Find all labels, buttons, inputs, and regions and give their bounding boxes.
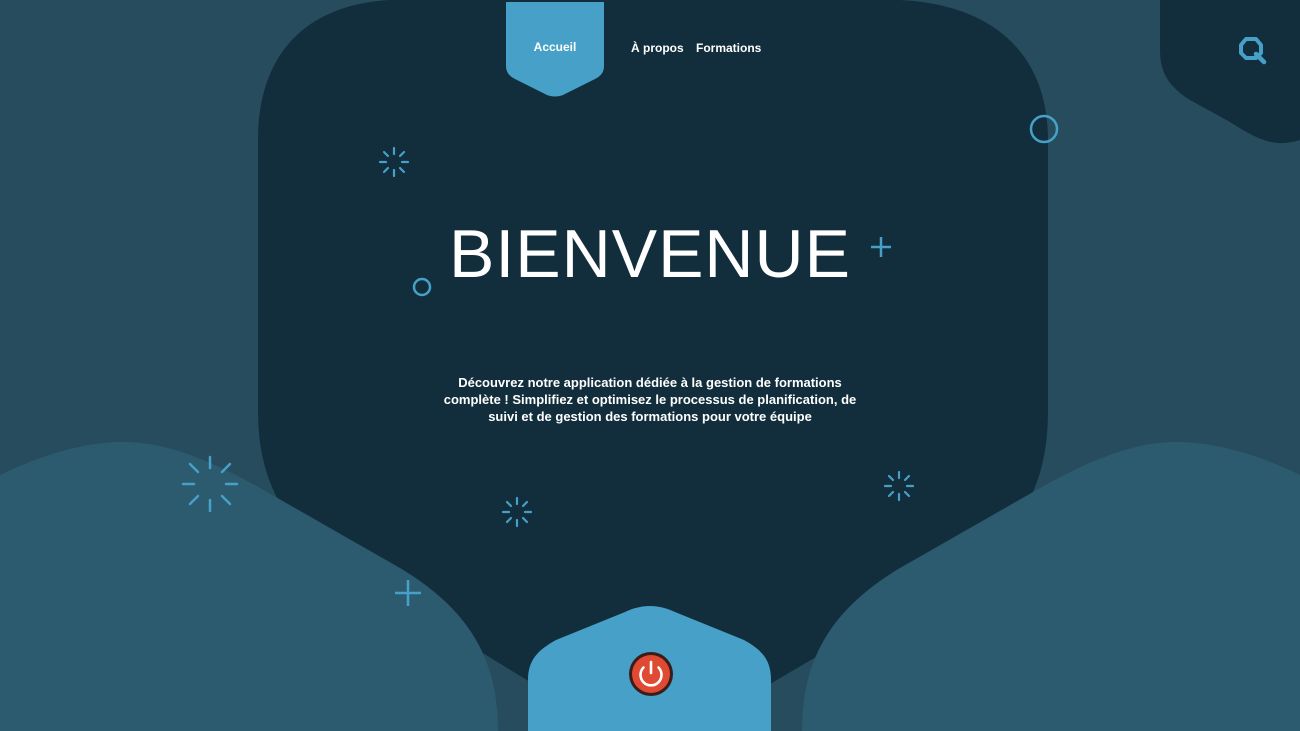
corner-panel — [1160, 0, 1300, 144]
nav-item-a-propos[interactable]: À propos — [631, 41, 684, 55]
background-shapes — [0, 0, 1300, 731]
nav-item-label: Accueil — [533, 40, 577, 54]
page-title: BIENVENUE — [449, 216, 851, 292]
power-icon — [629, 652, 673, 696]
hero-description: Découvrez notre application dédiée à la … — [443, 375, 857, 424]
search-button[interactable] — [1237, 35, 1267, 65]
nav-item-formations[interactable]: Formations — [696, 41, 761, 55]
power-button[interactable] — [628, 651, 674, 697]
search-icon — [1239, 37, 1267, 65]
nav-item-accueil[interactable]: Accueil — [506, 0, 604, 98]
